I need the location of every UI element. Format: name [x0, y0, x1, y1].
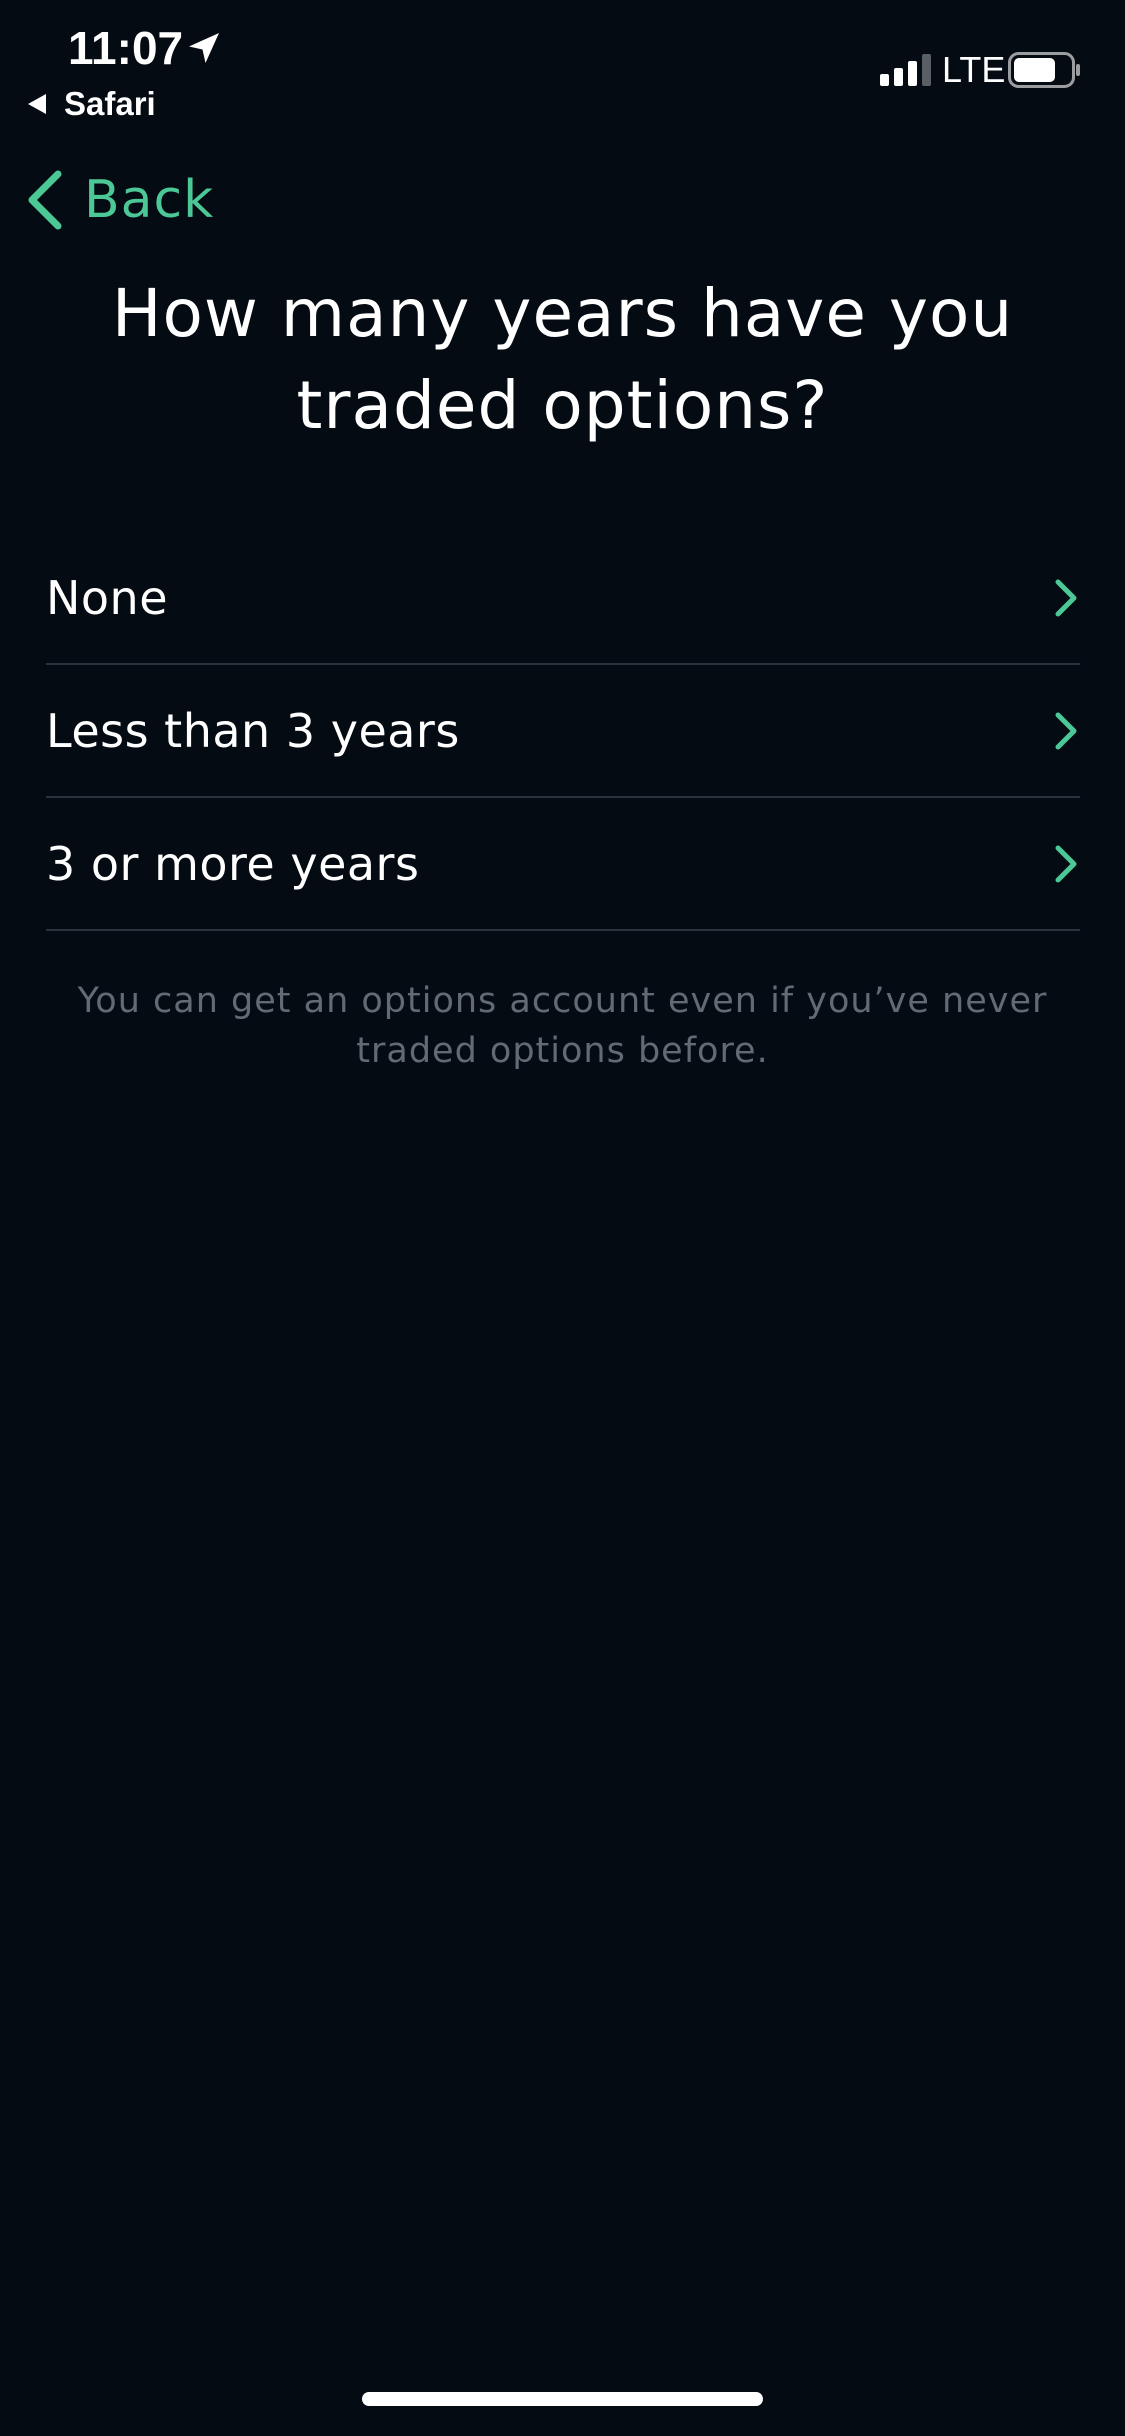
- status-time: 11:07: [68, 22, 184, 74]
- option-label: None: [46, 570, 169, 625]
- option-none[interactable]: None: [46, 532, 1080, 665]
- back-triangle-icon: [28, 94, 46, 114]
- back-to-safari[interactable]: Safari: [28, 82, 156, 126]
- option-label: 3 or more years: [46, 836, 420, 891]
- back-button-label: Back: [84, 170, 215, 230]
- option-label: Less than 3 years: [46, 703, 460, 758]
- chevron-right-icon: [1055, 579, 1077, 616]
- chevron-left-icon: [28, 170, 62, 230]
- network-type: LTE: [942, 49, 1006, 90]
- back-app-label: Safari: [64, 85, 156, 122]
- page-title: How many years have you traded options?: [111, 275, 1014, 444]
- location-arrow-icon: [189, 33, 219, 63]
- option-less-than-3-years[interactable]: Less than 3 years: [46, 665, 1080, 798]
- home-indicator[interactable]: [362, 2392, 763, 2406]
- footnote-text: You can get an options account even if y…: [77, 981, 1048, 1071]
- options-list: None Less than 3 years 3 or more years: [46, 532, 1080, 931]
- battery-icon: [1008, 52, 1080, 88]
- back-button[interactable]: Back: [22, 160, 214, 240]
- cellular-signal-icon: [880, 54, 931, 86]
- option-3-or-more-years[interactable]: 3 or more years: [46, 798, 1080, 931]
- chevron-right-icon: [1055, 845, 1077, 882]
- chevron-right-icon: [1055, 712, 1077, 749]
